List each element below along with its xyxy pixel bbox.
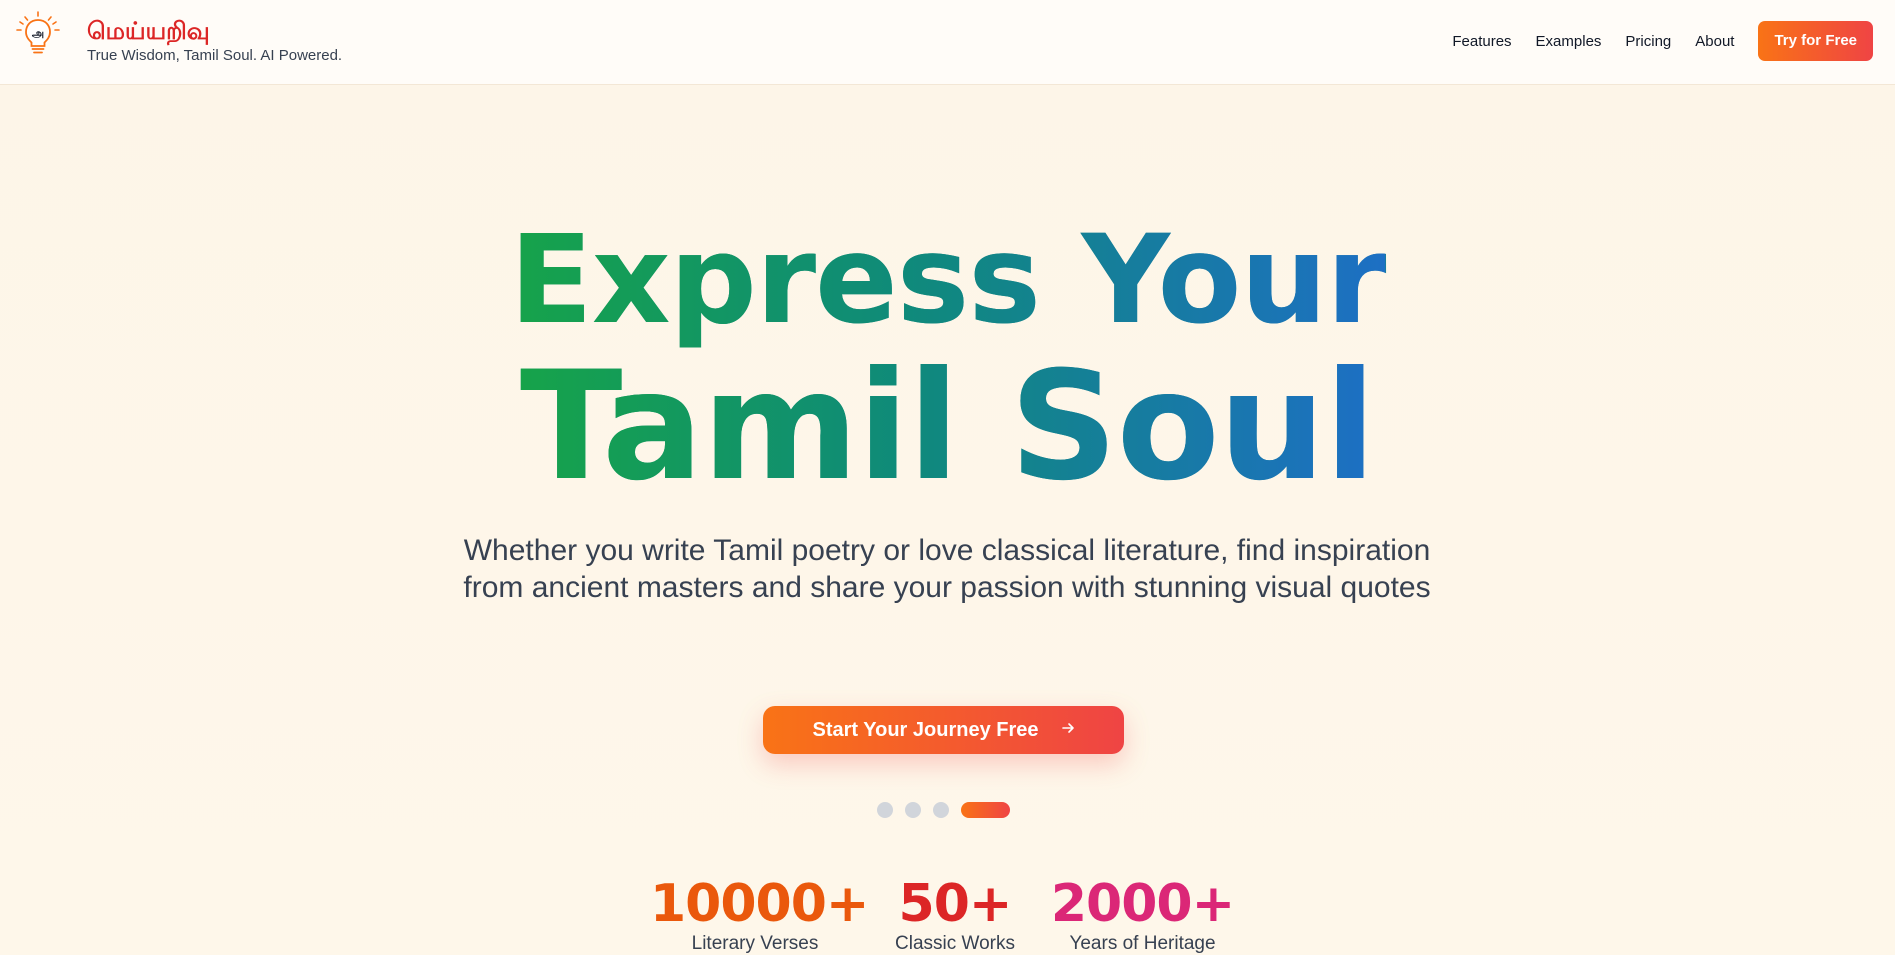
carousel-dot[interactable] [905,802,921,818]
carousel-dot[interactable] [933,802,949,818]
main-nav: Features Examples Pricing About Try for … [1428,21,1873,61]
stat-value: 10000+ [650,874,869,934]
start-journey-button[interactable]: Start Your Journey Free [763,706,1124,754]
hero-heading-line-1: Express Your [0,205,1895,355]
stat-value: 2000+ [1050,874,1235,934]
nav-link-pricing[interactable]: Pricing [1625,33,1671,50]
carousel-indicators [877,802,1010,818]
lightbulb-icon[interactable]: அ [14,10,62,58]
start-journey-label: Start Your Journey Free [812,718,1039,741]
nav-link-examples[interactable]: Examples [1536,33,1602,50]
stat-label: Literary Verses [691,933,819,954]
stat-years-of-heritage: 2000+ Years of Heritage [1050,876,1235,955]
stat-classic-works: 50+ Classic Works [880,876,1030,955]
stat-label: Classic Works [895,933,1015,954]
brand-name[interactable]: மெய்யறிவு [87,16,210,46]
brand-tagline: True Wisdom, Tamil Soul. AI Powered. [87,47,343,64]
carousel-dot-active[interactable] [961,802,1010,818]
logo-glyph: அ [32,27,44,40]
carousel-dot[interactable] [877,802,893,818]
stat-literary-verses: 10000+ Literary Verses [650,874,869,955]
site-header: அ மெய்யறிவு True Wisdom, Tamil Soul. AI … [0,0,1895,85]
stat-value: 50+ [898,874,1013,934]
hero-subtitle: Whether you write Tamil poetry or love c… [463,534,1431,604]
stat-label: Years of Heritage [1069,933,1216,954]
hero-heading-line-2: Tamil Soul [0,340,1895,515]
arrow-right-icon [1061,721,1075,740]
try-for-free-button[interactable]: Try for Free [1758,21,1873,61]
nav-link-features[interactable]: Features [1452,33,1511,50]
nav-link-about[interactable]: About [1695,33,1734,50]
